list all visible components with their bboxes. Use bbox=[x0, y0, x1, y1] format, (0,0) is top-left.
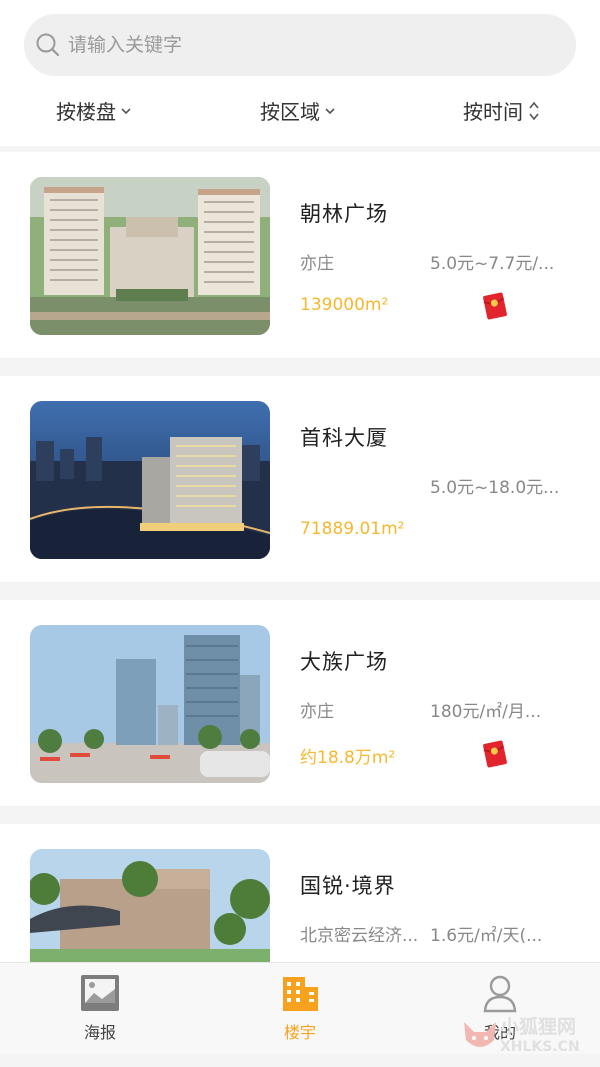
listing-title: 国锐·境界 bbox=[300, 874, 396, 898]
red-envelope-icon[interactable] bbox=[482, 740, 508, 768]
tab-buildings[interactable]: 楼宇 bbox=[240, 973, 360, 1043]
building-photo bbox=[30, 625, 270, 783]
watermark-text: 小狐狸网 bbox=[500, 1016, 577, 1038]
listing-title: 朝林广场 bbox=[300, 202, 388, 226]
filter-by-region[interactable]: 按区域 bbox=[260, 96, 336, 125]
chevron-down-icon bbox=[121, 107, 131, 114]
watermark-logo: 小狐狸网 XHLKS.CN bbox=[460, 1016, 580, 1056]
search-icon bbox=[36, 33, 60, 57]
header: 按楼盘 按区域 按时间 bbox=[0, 0, 600, 146]
list-item[interactable]: 大族广场 亦庄 180元/㎡/月... 约18.8万m² bbox=[0, 600, 600, 806]
filter-bar: 按楼盘 按区域 按时间 bbox=[0, 96, 600, 132]
listing-area: 北京密云经济... bbox=[300, 926, 419, 946]
listing-area: 亦庄 bbox=[300, 702, 334, 722]
image-icon bbox=[81, 975, 119, 1011]
tab-label: 海报 bbox=[83, 1023, 116, 1042]
list-item[interactable]: 国锐·境界 北京密云经济... 1.6元/㎡/天(... bbox=[0, 824, 600, 964]
building-icon bbox=[283, 977, 318, 1011]
listing-title: 大族广场 bbox=[300, 650, 388, 674]
list-item[interactable]: 首科大厦 5.0元~18.0元... 71889.01m² bbox=[0, 376, 600, 582]
building-photo bbox=[30, 177, 270, 335]
listing-title: 首科大厦 bbox=[300, 426, 388, 450]
user-icon bbox=[483, 975, 517, 1013]
listing-area: 亦庄 bbox=[300, 254, 334, 274]
listing-price: 5.0元~7.7元/... bbox=[430, 254, 555, 274]
building-photo bbox=[30, 401, 270, 559]
sort-icon bbox=[529, 101, 539, 120]
listing-price: 1.6元/㎡/天(... bbox=[430, 926, 543, 946]
filter-label: 按时间 bbox=[463, 100, 523, 124]
filter-by-building[interactable]: 按楼盘 bbox=[56, 96, 132, 125]
filter-by-time[interactable]: 按时间 bbox=[463, 96, 541, 125]
tab-poster[interactable]: 海报 bbox=[40, 973, 160, 1043]
building-photo bbox=[30, 849, 270, 964]
list-item[interactable]: 朝林广场 亦庄 5.0元~7.7元/... 139000m² bbox=[0, 152, 600, 358]
filter-label: 按楼盘 bbox=[56, 100, 116, 124]
listing-price: 5.0元~18.0元... bbox=[430, 478, 560, 498]
search-bar[interactable] bbox=[24, 14, 576, 76]
chevron-down-icon bbox=[325, 107, 335, 114]
red-envelope-icon[interactable] bbox=[482, 292, 508, 320]
listing-size: 71889.01m² bbox=[300, 519, 405, 539]
search-input[interactable] bbox=[68, 34, 548, 56]
fox-logo-icon bbox=[464, 1022, 496, 1047]
watermark-domain: XHLKS.CN bbox=[500, 1039, 580, 1055]
listing-size: 约18.8万m² bbox=[300, 748, 396, 768]
listing-price: 180元/㎡/月... bbox=[430, 702, 542, 722]
tab-label: 楼宇 bbox=[283, 1023, 316, 1042]
listing-size: 139000m² bbox=[300, 295, 389, 315]
filter-label: 按区域 bbox=[260, 100, 320, 124]
